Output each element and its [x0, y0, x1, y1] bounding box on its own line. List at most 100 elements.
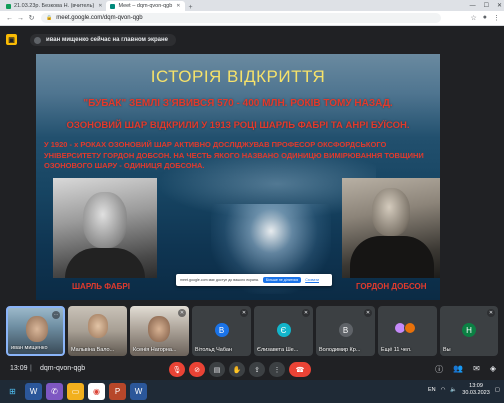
participant-tile[interactable]: ✕ Є Єлизавета Ше...: [254, 306, 313, 356]
classroom-favicon-icon: [6, 3, 11, 9]
volume-icon[interactable]: 🔈: [450, 387, 457, 393]
window-controls: — ☐ ✕: [470, 0, 502, 11]
system-tray: EN ◠ 🔈 13:09 30.03.2023 ▢: [428, 383, 500, 397]
profile-icon[interactable]: ●: [483, 14, 487, 22]
participant-tile[interactable]: ⋯ иван мищенко: [6, 306, 65, 356]
avatar: В: [214, 323, 229, 337]
call-controls: 🎙 ⊘ ▤ ✋ ⇪ ⋮ ☎: [169, 362, 311, 377]
chat-icon[interactable]: ✉: [473, 364, 480, 375]
present-icon[interactable]: ▣: [6, 34, 17, 45]
maximize-button[interactable]: ☐: [484, 2, 489, 9]
reload-icon[interactable]: ↻: [26, 14, 37, 22]
portrait-face: [83, 192, 127, 248]
info-icon[interactable]: ⓘ: [435, 364, 443, 375]
back-arrow-icon[interactable]: ←: [4, 15, 15, 22]
browser-tab-classroom[interactable]: 21.03.23р. Безкова Н. (вчитель) ✕: [2, 1, 106, 11]
meeting-time: 13:09: [10, 365, 28, 372]
camera-toggle-button[interactable]: ⊘: [189, 362, 205, 377]
slide-line-1: "БУБАК" ЗЕМЛІ З'ЯВИВСЯ 570 - 400 МЛН. РО…: [83, 98, 393, 109]
side-panel-icons: ⓘ 👥 ✉ ◈: [435, 364, 496, 375]
avatar: В: [338, 323, 353, 337]
url-text: meet.google.com/dqm-qvon-qgb: [56, 15, 143, 21]
browser-tab-bar: 21.03.23р. Безкова Н. (вчитель) ✕ Meet –…: [0, 0, 504, 11]
file-explorer-icon[interactable]: ▭: [67, 383, 84, 400]
minimize-button[interactable]: —: [470, 3, 476, 9]
os-taskbar: ⊞ W ✆ ▭ ◉ P W EN ◠ 🔈 13:09 30.03.2023 ▢: [0, 380, 504, 403]
participant-video: [148, 316, 170, 342]
caption-fabry: ШАРЛЬ ФАБРІ: [72, 282, 130, 291]
star-icon[interactable]: ☆: [470, 14, 476, 22]
taskbar-date: 30.03.2023: [462, 390, 490, 396]
word-app-icon-2[interactable]: W: [130, 383, 147, 400]
meet-control-bar: 13:09 | dqm-qvon-qgb 🎙 ⊘ ▤ ✋ ⇪ ⋮ ☎ ⓘ 👥 ✉…: [0, 360, 504, 380]
participant-name: иван мищенко: [11, 345, 48, 351]
more-options-button[interactable]: ⋮: [269, 362, 285, 377]
taskbar-clock[interactable]: 13:09 30.03.2023: [462, 383, 490, 397]
more-options-icon[interactable]: ⋯: [52, 311, 60, 319]
powerpoint-app-icon[interactable]: P: [109, 383, 126, 400]
lock-icon: 🔒: [46, 15, 53, 21]
participant-strip: ⋯ иван мищенко Мальвіна Вало... ✕ Ксенія…: [0, 306, 504, 360]
participant-tile[interactable]: ✕ В Володимир Кр...: [316, 306, 375, 356]
share-notice-text: meet.google.com має доступ до вашого екр…: [180, 278, 259, 282]
windows-start-icon[interactable]: ⊞: [4, 383, 21, 400]
people-icon[interactable]: 👥: [453, 364, 463, 375]
tab-label: 21.03.23р. Безкова Н. (вчитель): [14, 3, 95, 9]
self-tile[interactable]: ✕ Н Вы: [440, 306, 498, 356]
taskbar-time: 13:09: [469, 383, 483, 389]
mic-toggle-button[interactable]: 🎙: [169, 362, 185, 377]
address-bar[interactable]: 🔒 meet.google.com/dqm-qvon-qgb: [41, 13, 441, 23]
viber-app-icon[interactable]: ✆: [46, 383, 63, 400]
new-tab-button[interactable]: +: [185, 4, 197, 11]
wifi-icon[interactable]: ◠: [441, 387, 446, 393]
close-tab-icon[interactable]: ✕: [98, 3, 102, 9]
meeting-code: dqm-qvon-qgb: [40, 365, 86, 372]
portrait-face: [372, 188, 410, 236]
captions-button[interactable]: ▤: [209, 362, 225, 377]
participant-name: Мальвіна Вало...: [71, 347, 115, 353]
chrome-app-icon[interactable]: ◉: [88, 383, 105, 400]
end-call-button[interactable]: ☎: [289, 362, 311, 377]
avatar: Є: [276, 323, 291, 337]
shared-screen: ІСТОРІЯ ВІДКРИТТЯ "БУБАК" ЗЕМЛІ З'ЯВИВСЯ…: [36, 54, 440, 300]
participant-video: [26, 316, 48, 342]
mic-off-icon: ✕: [302, 309, 310, 317]
activities-icon[interactable]: ◈: [490, 364, 496, 375]
tab-label: Meet – dqm-qvon-qgb: [118, 3, 173, 9]
avatar: Н: [462, 323, 476, 337]
more-participants-tile[interactable]: Ещё 11 чел.: [378, 306, 437, 356]
presenting-banner: иван мищенко сейчас на главном экране: [30, 34, 176, 46]
participant-name: Вітольд Чабан: [195, 347, 232, 353]
participant-name: Ксенія Нагорна...: [133, 347, 177, 353]
caption-dobson: ГОРДОН ДОБСОН: [356, 282, 427, 291]
browser-tab-meet[interactable]: Meet – dqm-qvon-qgb ✕: [106, 1, 185, 11]
participant-tile[interactable]: Мальвіна Вало...: [68, 306, 127, 356]
word-app-icon[interactable]: W: [25, 383, 42, 400]
more-participants-label: Ещё 11 чел.: [381, 347, 412, 353]
screen: 21.03.23р. Безкова Н. (вчитель) ✕ Meet –…: [0, 0, 504, 403]
hide-notice-link[interactable]: Сховати: [305, 278, 319, 282]
mini-avatar: [404, 322, 416, 334]
participant-tile[interactable]: ✕ В Вітольд Чабан: [192, 306, 251, 356]
portrait-suit: [350, 236, 434, 278]
language-indicator[interactable]: EN: [428, 387, 436, 393]
participant-name: Володимир Кр...: [319, 347, 361, 353]
present-button[interactable]: ⇪: [249, 362, 265, 377]
notifications-icon[interactable]: ▢: [495, 387, 500, 393]
portrait-dobson-image: [342, 178, 440, 278]
raise-hand-button[interactable]: ✋: [229, 362, 245, 377]
slide-line-2: ОЗОНОВИЙ ШАР ВІДКРИЛИ У 1913 РОЦІ ШАРЛЬ …: [66, 120, 410, 131]
separator: |: [30, 365, 32, 372]
slide-paragraph: У 1920 - х РОКАХ ОЗОНОВИЙ ШАР АКТИВНО ДО…: [44, 140, 424, 170]
portrait-suit: [65, 248, 145, 278]
participant-name: Вы: [443, 347, 451, 353]
browser-toolbar: ← → ↻ 🔒 meet.google.com/dqm-qvon-qgb ☆ ●…: [0, 11, 504, 26]
stop-sharing-button[interactable]: Більше не ділитися: [262, 277, 302, 283]
close-tab-icon[interactable]: ✕: [176, 3, 180, 9]
participant-tile[interactable]: ✕ Ксенія Нагорна...: [130, 306, 189, 356]
forward-arrow-icon[interactable]: →: [15, 15, 26, 22]
close-window-button[interactable]: ✕: [497, 2, 502, 9]
menu-dots-icon[interactable]: ⋮: [493, 14, 500, 22]
browser-right-icons: ☆ ● ⋮: [470, 14, 500, 22]
mic-off-icon: ✕: [487, 309, 495, 317]
